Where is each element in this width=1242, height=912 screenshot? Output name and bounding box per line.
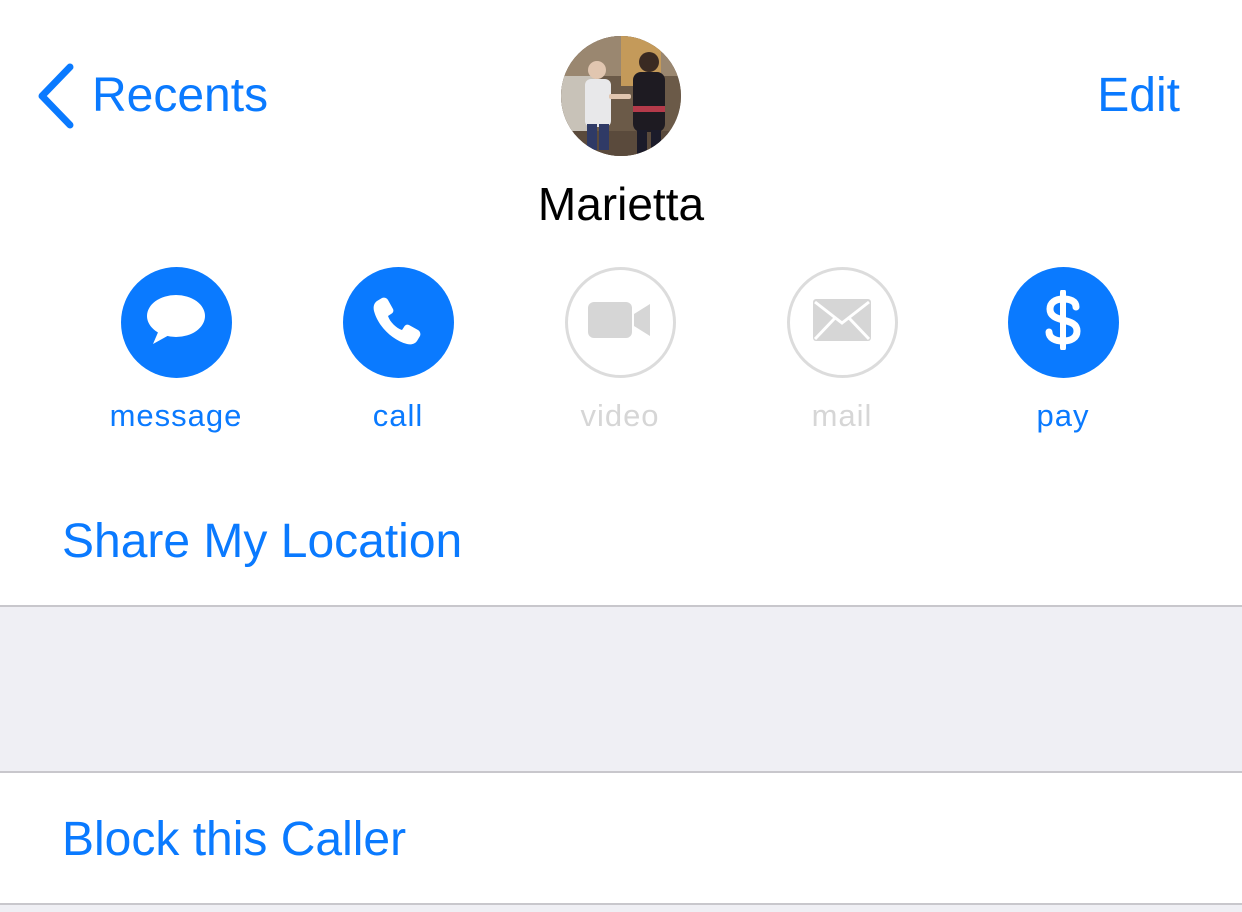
message-button[interactable] bbox=[120, 267, 232, 378]
pay-label: pay bbox=[1036, 398, 1090, 433]
edit-button[interactable]: Edit bbox=[1097, 60, 1180, 132]
envelope-icon bbox=[813, 299, 871, 346]
block-caller-link[interactable]: Block this Caller bbox=[62, 810, 406, 870]
call-button[interactable] bbox=[342, 267, 454, 378]
share-location-row[interactable]: Share My Location bbox=[0, 480, 1242, 606]
video-action[interactable]: video bbox=[530, 267, 710, 436]
back-button-label: Recents bbox=[92, 69, 269, 122]
video-button[interactable] bbox=[564, 267, 676, 378]
contact-detail-screen: Recents Edit Marietta message call video… bbox=[0, 0, 1242, 912]
phone-icon bbox=[372, 294, 424, 351]
mail-label: mail bbox=[811, 398, 873, 433]
video-label: video bbox=[580, 398, 660, 433]
mail-button[interactable] bbox=[786, 267, 898, 378]
share-location-link[interactable]: Share My Location bbox=[62, 512, 462, 572]
pay-action[interactable]: pay bbox=[973, 267, 1153, 436]
dollar-icon bbox=[1043, 289, 1083, 355]
message-bubble-icon bbox=[145, 292, 207, 353]
section-gap bbox=[0, 607, 1242, 772]
video-camera-icon bbox=[588, 300, 652, 345]
pay-button[interactable] bbox=[1007, 267, 1119, 378]
section-gap bbox=[0, 905, 1242, 912]
avatar[interactable] bbox=[561, 36, 681, 156]
back-button[interactable]: Recents bbox=[36, 60, 268, 132]
chevron-left-icon bbox=[36, 63, 76, 129]
contact-name: Marietta bbox=[537, 178, 705, 230]
mail-action[interactable]: mail bbox=[752, 267, 932, 436]
call-label: call bbox=[372, 398, 424, 433]
message-label: message bbox=[109, 398, 243, 433]
call-action[interactable]: call bbox=[308, 267, 488, 436]
message-action[interactable]: message bbox=[86, 267, 266, 436]
block-caller-row[interactable]: Block this Caller bbox=[0, 773, 1242, 903]
